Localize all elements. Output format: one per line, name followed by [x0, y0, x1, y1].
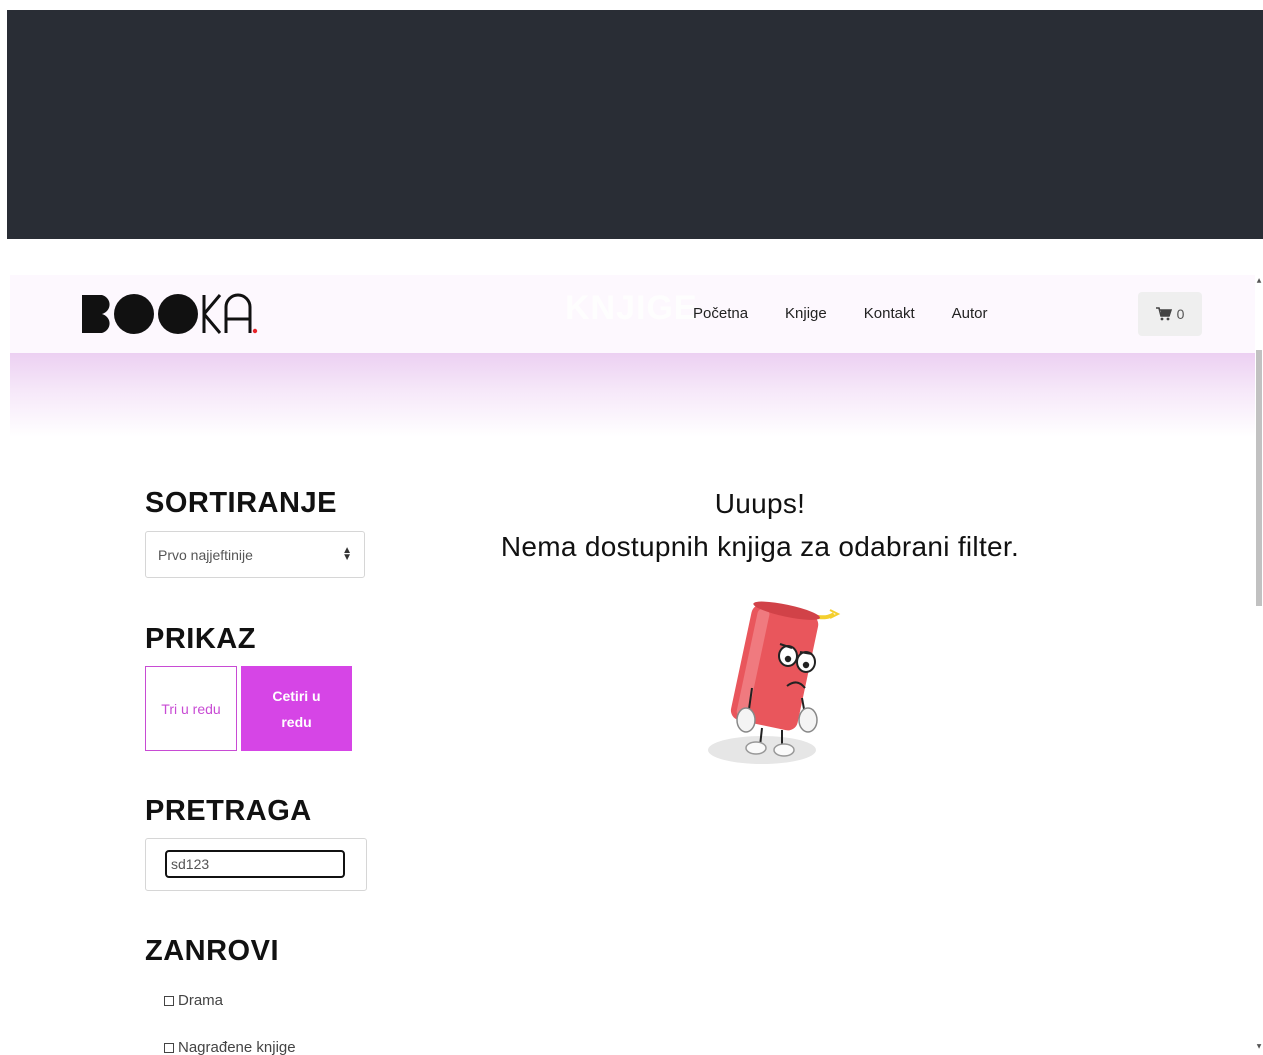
view-four-label: Cetiri u redu [272, 687, 321, 730]
nav-item-pocetna[interactable]: Početna [693, 305, 748, 322]
search-input[interactable] [165, 850, 345, 878]
top-dark-banner [7, 10, 1263, 239]
nav-item-autor[interactable]: Autor [952, 305, 988, 322]
main-nav: Početna Knjige Kontakt Autor [693, 305, 1024, 322]
view-heading: PRIKAZ [145, 623, 256, 655]
cart-icon [1155, 307, 1172, 321]
empty-state-message: Nema dostupnih knjiga za odabrani filter… [500, 531, 1020, 562]
sort-select[interactable]: Prvo najjeftinije ▲ ▼ [145, 531, 365, 578]
cart-button[interactable]: 0 [1138, 292, 1202, 336]
nav-item-kontakt[interactable]: Kontakt [864, 305, 915, 322]
view-four-per-row-button[interactable]: Cetiri u redu [241, 666, 352, 751]
select-arrows-icon: ▲ ▼ [342, 545, 352, 563]
search-box [145, 838, 367, 891]
sad-dynamite-mascot-image [708, 601, 841, 764]
sort-selected-value: Prvo najjeftinije [158, 546, 253, 563]
scroll-down-arrow-icon[interactable]: ▼ [1255, 1043, 1263, 1050]
checkbox-icon[interactable] [164, 1042, 174, 1053]
genre-label: Nagrađene knjige [178, 1039, 296, 1055]
genres-heading: ZANROVI [145, 935, 279, 967]
empty-state-title: Uuups! [714, 488, 806, 519]
scrollbar-thumb[interactable] [1256, 350, 1262, 606]
booka-logo[interactable] [80, 291, 260, 337]
cart-count: 0 [1176, 306, 1185, 322]
scroll-up-arrow-icon[interactable]: ▲ [1255, 277, 1263, 284]
genre-item-drama[interactable]: Drama [164, 992, 223, 1009]
nav-item-knjige[interactable]: Knjige [785, 305, 827, 322]
hero-band [10, 353, 1255, 437]
navbar: KNJIGE Početna Knjige Kontakt Autor 0 [10, 275, 1255, 353]
view-three-label: Tri u redu [161, 700, 221, 717]
page-viewport: KNJIGE Početna Knjige Kontakt Autor 0 SO… [10, 275, 1255, 1055]
genre-item-nagradjene[interactable]: Nagrađene knjige [164, 1039, 296, 1055]
checkbox-icon[interactable] [164, 995, 174, 1006]
page-ghost-title: KNJIGE [565, 289, 698, 327]
genre-label: Drama [178, 992, 224, 1009]
sort-heading: SORTIRANJE [145, 487, 337, 519]
search-heading: PRETRAGA [145, 795, 312, 827]
view-three-per-row-button[interactable]: Tri u redu [145, 666, 237, 751]
